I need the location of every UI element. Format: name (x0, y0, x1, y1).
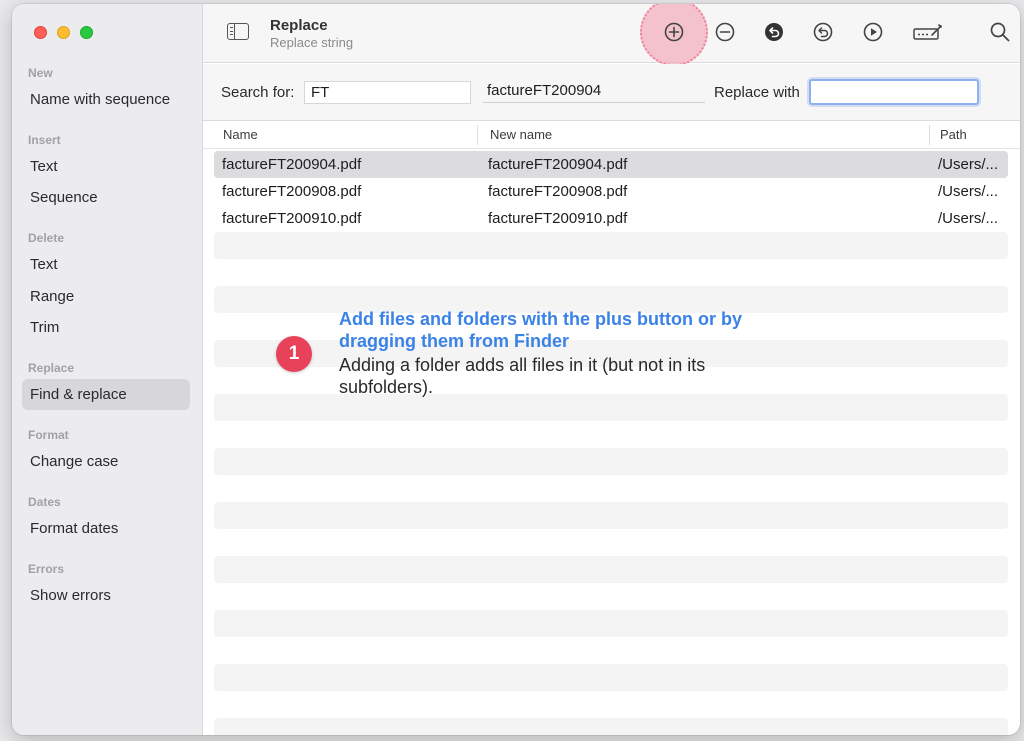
empty-row (214, 691, 1008, 718)
cell-name: factureFT200908.pdf (222, 183, 362, 200)
window-controls (34, 26, 93, 39)
toolbar: Replace Replace string (203, 4, 1020, 66)
cell-name: factureFT200910.pdf (222, 210, 362, 227)
search-input[interactable]: FT (304, 81, 471, 104)
page-title: Replace (270, 17, 328, 34)
cell-path: /Users/... (938, 183, 999, 200)
remove-files-button[interactable] (713, 20, 737, 44)
empty-row (214, 664, 1008, 691)
table-row[interactable]: factureFT200904.pdf factureFT200904.pdf … (214, 151, 1008, 178)
replace-preview-field: factureFT200904 (483, 80, 705, 103)
column-new-name[interactable]: New name (490, 127, 552, 142)
search-for-label: Search for: (221, 84, 295, 101)
cell-new-name: factureFT200910.pdf (488, 210, 628, 227)
run-button[interactable] (861, 20, 885, 44)
empty-row (214, 421, 1008, 448)
sidebar-item-trim[interactable]: Trim (22, 312, 190, 343)
search-button[interactable] (988, 20, 1012, 44)
empty-row (214, 583, 1008, 610)
sidebar-section-new: New (28, 66, 53, 80)
page-subtitle: Replace string (270, 35, 354, 50)
close-window-button[interactable] (34, 26, 47, 39)
sidebar-item-change-case[interactable]: Change case (22, 446, 190, 477)
sidebar-section-format: Format (28, 428, 69, 442)
column-name[interactable]: Name (223, 127, 258, 142)
column-divider[interactable] (477, 125, 478, 145)
sidebar-item-sequence[interactable]: Sequence (22, 182, 190, 213)
plus-circle-icon (664, 22, 684, 42)
sidebar-section-replace: Replace (28, 361, 75, 375)
search-bar: Search for: FT factureFT200904 Replace w… (203, 64, 1020, 121)
empty-row (214, 610, 1008, 637)
table-header: Name New name Path (203, 121, 1020, 149)
cell-path: /Users/... (938, 156, 999, 173)
step-badge: 1 (276, 336, 312, 372)
help-title: Add files and folders with the plus butt… (339, 309, 742, 351)
sidebar: New Name with sequence Insert Text Seque… (12, 4, 203, 735)
empty-row (214, 556, 1008, 583)
app-window: New Name with sequence Insert Text Seque… (12, 4, 1020, 735)
empty-row (214, 259, 1008, 286)
sidebar-section-delete: Delete (28, 231, 65, 245)
file-table: factureFT200904.pdf factureFT200904.pdf … (214, 151, 1008, 735)
sidebar-section-errors: Errors (28, 562, 65, 576)
play-icon (863, 22, 883, 42)
undo-filled-icon (765, 23, 783, 41)
column-path[interactable]: Path (940, 127, 967, 142)
search-icon (990, 22, 1010, 42)
column-divider[interactable] (929, 125, 930, 145)
rename-icon (913, 24, 942, 40)
minus-circle-icon (715, 22, 735, 42)
rename-button[interactable] (912, 20, 944, 44)
sidebar-item-show-errors[interactable]: Show errors (22, 580, 190, 611)
empty-row (214, 448, 1008, 475)
sidebar-item-name-with-sequence[interactable]: Name with sequence (22, 84, 190, 115)
cell-name: factureFT200904.pdf (222, 156, 362, 173)
zoom-window-button[interactable] (80, 26, 93, 39)
add-files-button[interactable] (662, 20, 686, 44)
empty-row (214, 502, 1008, 529)
replace-with-label: Replace with (714, 84, 800, 101)
sidebar-item-range[interactable]: Range (22, 281, 190, 312)
sidebar-toggle-icon[interactable] (227, 23, 249, 40)
sidebar-item-insert-text[interactable]: Text (22, 151, 190, 182)
empty-row (214, 637, 1008, 664)
sidebar-item-find-replace[interactable]: Find & replace (22, 379, 190, 410)
minimize-window-button[interactable] (57, 26, 70, 39)
empty-row (214, 232, 1008, 259)
undo-button[interactable] (811, 20, 835, 44)
cell-new-name: factureFT200908.pdf (488, 183, 628, 200)
empty-row (214, 529, 1008, 556)
sidebar-section-insert: Insert (28, 133, 61, 147)
help-body: Adding a folder adds all files in it (bu… (339, 355, 706, 397)
sidebar-item-delete-text[interactable]: Text (22, 249, 190, 280)
table-row[interactable]: factureFT200908.pdf factureFT200908.pdf … (214, 178, 1008, 205)
empty-row (214, 475, 1008, 502)
empty-row (214, 394, 1008, 421)
cell-path: /Users/... (938, 210, 999, 227)
sidebar-section-dates: Dates (28, 495, 61, 509)
undo-icon (813, 22, 833, 42)
revert-button[interactable] (762, 20, 786, 44)
empty-row (214, 718, 1008, 735)
cell-new-name: factureFT200904.pdf (488, 156, 628, 173)
table-row[interactable]: factureFT200910.pdf factureFT200910.pdf … (214, 205, 1008, 232)
replace-with-input[interactable] (809, 79, 979, 105)
sidebar-item-format-dates[interactable]: Format dates (22, 513, 190, 544)
